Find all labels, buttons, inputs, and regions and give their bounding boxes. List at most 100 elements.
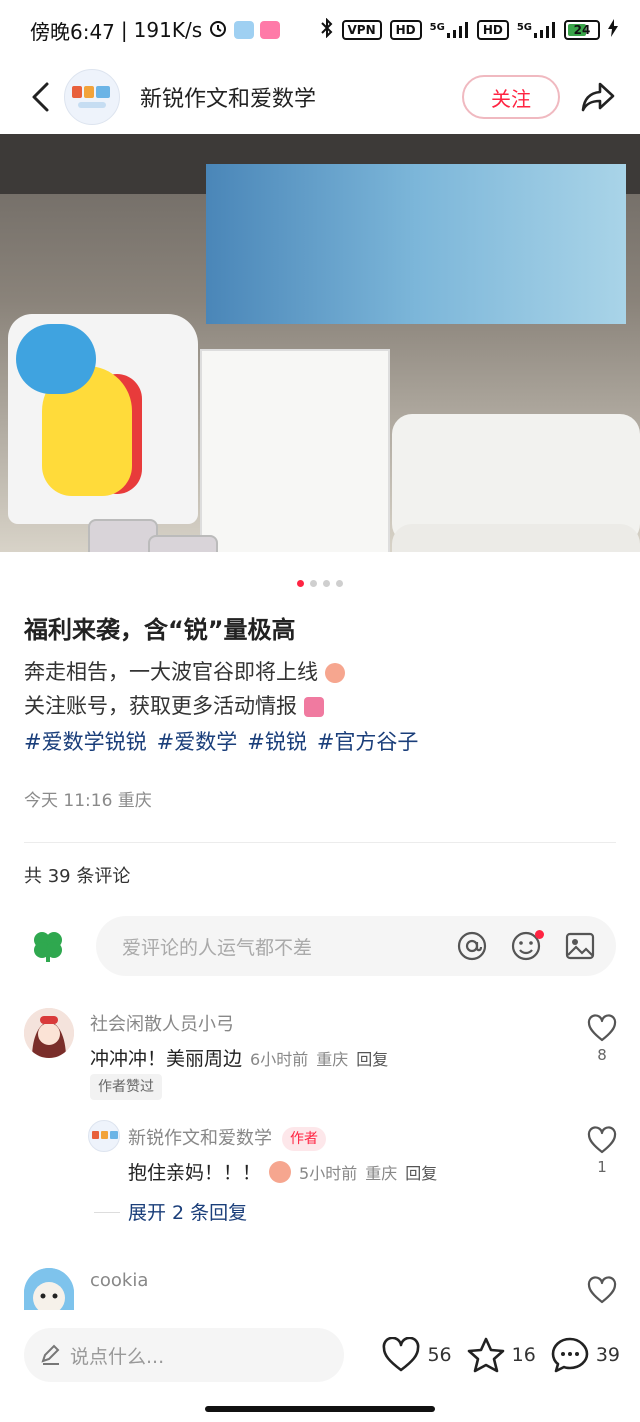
signal-bars-icon bbox=[446, 22, 468, 38]
comment-input[interactable]: 爱评论的人运气都不差 bbox=[96, 916, 616, 976]
image-button[interactable] bbox=[562, 928, 598, 964]
author-name[interactable]: 新锐作文和爱数学 bbox=[140, 81, 316, 113]
signal-bars-icon-2 bbox=[534, 22, 555, 38]
pencil-icon bbox=[41, 1344, 60, 1365]
favorite-count: 16 bbox=[511, 1344, 536, 1366]
favorite-button[interactable]: 16 bbox=[466, 1336, 536, 1374]
heart-icon bbox=[383, 1337, 420, 1372]
like-button[interactable]: 56 bbox=[381, 1337, 452, 1373]
comment-like-count: 8 bbox=[597, 1046, 607, 1064]
divider bbox=[24, 842, 616, 843]
status-bar: 傍晚6:47 | 191K/s VPN HD 5G HD 5G 24 bbox=[0, 0, 640, 60]
post-title: 福利来袭，含“锐”量极高 bbox=[24, 616, 296, 644]
anime-avatar-icon bbox=[24, 1008, 74, 1058]
follow-button[interactable]: 关注 bbox=[462, 75, 560, 119]
comment-user-name[interactable]: 社会闲散人员小弓 bbox=[90, 1010, 234, 1036]
signal-5g-1: 5G bbox=[430, 22, 469, 38]
reply-author-avatar[interactable] bbox=[88, 1120, 120, 1152]
reply-text: 抱住亲妈！！！ bbox=[128, 1162, 262, 1184]
carousel-dot-active bbox=[297, 580, 304, 587]
home-indicator[interactable] bbox=[205, 1406, 435, 1412]
reply-body: 抱住亲妈！！！ 5小时前 重庆 回复 bbox=[128, 1158, 437, 1185]
share-button[interactable] bbox=[578, 77, 618, 117]
status-time: 傍晚6:47 bbox=[30, 19, 115, 44]
post-header: 新锐作文和爱数学 关注 bbox=[0, 60, 640, 134]
image-parrot-head bbox=[16, 324, 96, 394]
expand-replies-button[interactable]: 展开 2 条回复 bbox=[128, 1198, 247, 1225]
comment-total: 39 bbox=[595, 1344, 620, 1366]
author-avatar[interactable] bbox=[64, 69, 120, 125]
app-notification-icon-2 bbox=[260, 21, 281, 39]
image-poster bbox=[206, 164, 626, 324]
post-line-1-text: 奔走相告，一大波官谷即将上线 bbox=[24, 660, 318, 684]
clover-icon bbox=[34, 932, 62, 962]
image-tape bbox=[148, 535, 218, 552]
comment-text: 冲冲冲！美丽周边 bbox=[90, 1048, 243, 1070]
battery-level: 24 bbox=[573, 23, 591, 37]
comment-count: 共 39 条评论 bbox=[24, 866, 131, 887]
net-label-2: 5G bbox=[516, 22, 532, 33]
hd-badge-1: HD bbox=[389, 20, 422, 40]
net-label-1: 5G bbox=[429, 22, 445, 33]
vpn-badge: VPN bbox=[341, 20, 382, 40]
comment-time: 6小时前 bbox=[250, 1049, 309, 1069]
hd-badge-2: HD bbox=[476, 20, 509, 40]
commenter-avatar[interactable] bbox=[24, 1008, 74, 1058]
carousel-dot bbox=[310, 580, 317, 587]
app-notification-icon bbox=[234, 21, 255, 39]
reply-like-count: 1 bbox=[597, 1158, 607, 1176]
battery-icon: 24 bbox=[564, 20, 600, 40]
bluetooth-icon bbox=[320, 17, 334, 42]
hashtag[interactable]: #爱数学 bbox=[157, 726, 238, 756]
comment-button[interactable]: 39 bbox=[550, 1336, 620, 1374]
like-count: 56 bbox=[427, 1344, 452, 1366]
reply-user-name-row: 新锐作文和爱数学 作者 bbox=[128, 1124, 326, 1151]
post-image[interactable] bbox=[0, 134, 640, 552]
image-tapes bbox=[88, 519, 288, 552]
post-body-line-1: 奔走相告，一大波官谷即将上线 bbox=[24, 656, 345, 686]
bottom-action-bar: 说点什么... 56 16 39 bbox=[0, 1310, 640, 1400]
carousel-dot bbox=[336, 580, 343, 587]
star-icon bbox=[467, 1337, 504, 1373]
reply-location: 重庆 bbox=[365, 1163, 398, 1183]
image-icon bbox=[565, 932, 595, 960]
brand-logo-icon bbox=[72, 86, 110, 108]
hashtag[interactable]: #爱数学锐锐 bbox=[24, 726, 147, 756]
reply-button[interactable]: 回复 bbox=[356, 1046, 388, 1070]
reply-button[interactable]: 回复 bbox=[405, 1160, 437, 1184]
commenter-avatar[interactable] bbox=[24, 1268, 74, 1310]
post-actions: 56 16 39 bbox=[381, 1336, 620, 1374]
reply-like-button[interactable]: 1 bbox=[582, 1126, 622, 1176]
comment-user-name[interactable]: cookia bbox=[90, 1270, 148, 1291]
hashtag[interactable]: #官方谷子 bbox=[317, 726, 419, 756]
comment-like-button[interactable]: 8 bbox=[582, 1014, 622, 1064]
hashtag[interactable]: #锐锐 bbox=[247, 726, 307, 756]
comment-input-tools bbox=[454, 928, 598, 964]
emoji-icon-2 bbox=[303, 697, 324, 717]
author-tag: 作者 bbox=[282, 1127, 326, 1151]
post-body-line-2: 关注账号，获取更多活动情报 bbox=[24, 690, 324, 720]
comment-body: 冲冲冲！美丽周边 6小时前 重庆 回复 bbox=[90, 1044, 388, 1071]
reply-time: 5小时前 bbox=[299, 1163, 358, 1183]
heart-icon bbox=[587, 1276, 617, 1304]
expand-divider bbox=[94, 1212, 120, 1213]
mention-button[interactable] bbox=[454, 928, 490, 964]
say-something-placeholder: 说点什么... bbox=[70, 1345, 165, 1368]
brand-logo-icon bbox=[92, 1131, 118, 1139]
hashtag-list: #爱数学锐锐 #爱数学 #锐锐 #官方谷子 bbox=[24, 726, 418, 756]
comment-location: 重庆 bbox=[316, 1049, 349, 1069]
post-line-2-text: 关注账号，获取更多活动情报 bbox=[24, 694, 297, 718]
emoji-icon bbox=[324, 663, 345, 683]
comment-like-button[interactable] bbox=[582, 1276, 622, 1304]
post-meta: 今天 11:16 重庆 bbox=[24, 791, 152, 811]
status-left: 傍晚6:47 | 191K/s bbox=[30, 16, 281, 45]
emoji-button[interactable] bbox=[508, 928, 544, 964]
author-liked-badge: 作者赞过 bbox=[90, 1074, 162, 1100]
alarm-icon bbox=[208, 18, 228, 43]
reply-user-name[interactable]: 新锐作文和爱数学 bbox=[128, 1128, 272, 1149]
cartoon-avatar-icon bbox=[24, 1268, 74, 1310]
signal-5g-2: 5G bbox=[517, 22, 556, 38]
say-something-input[interactable]: 说点什么... bbox=[24, 1328, 344, 1382]
back-button[interactable] bbox=[22, 79, 58, 115]
comment-input-placeholder: 爱评论的人运气都不差 bbox=[122, 936, 313, 959]
